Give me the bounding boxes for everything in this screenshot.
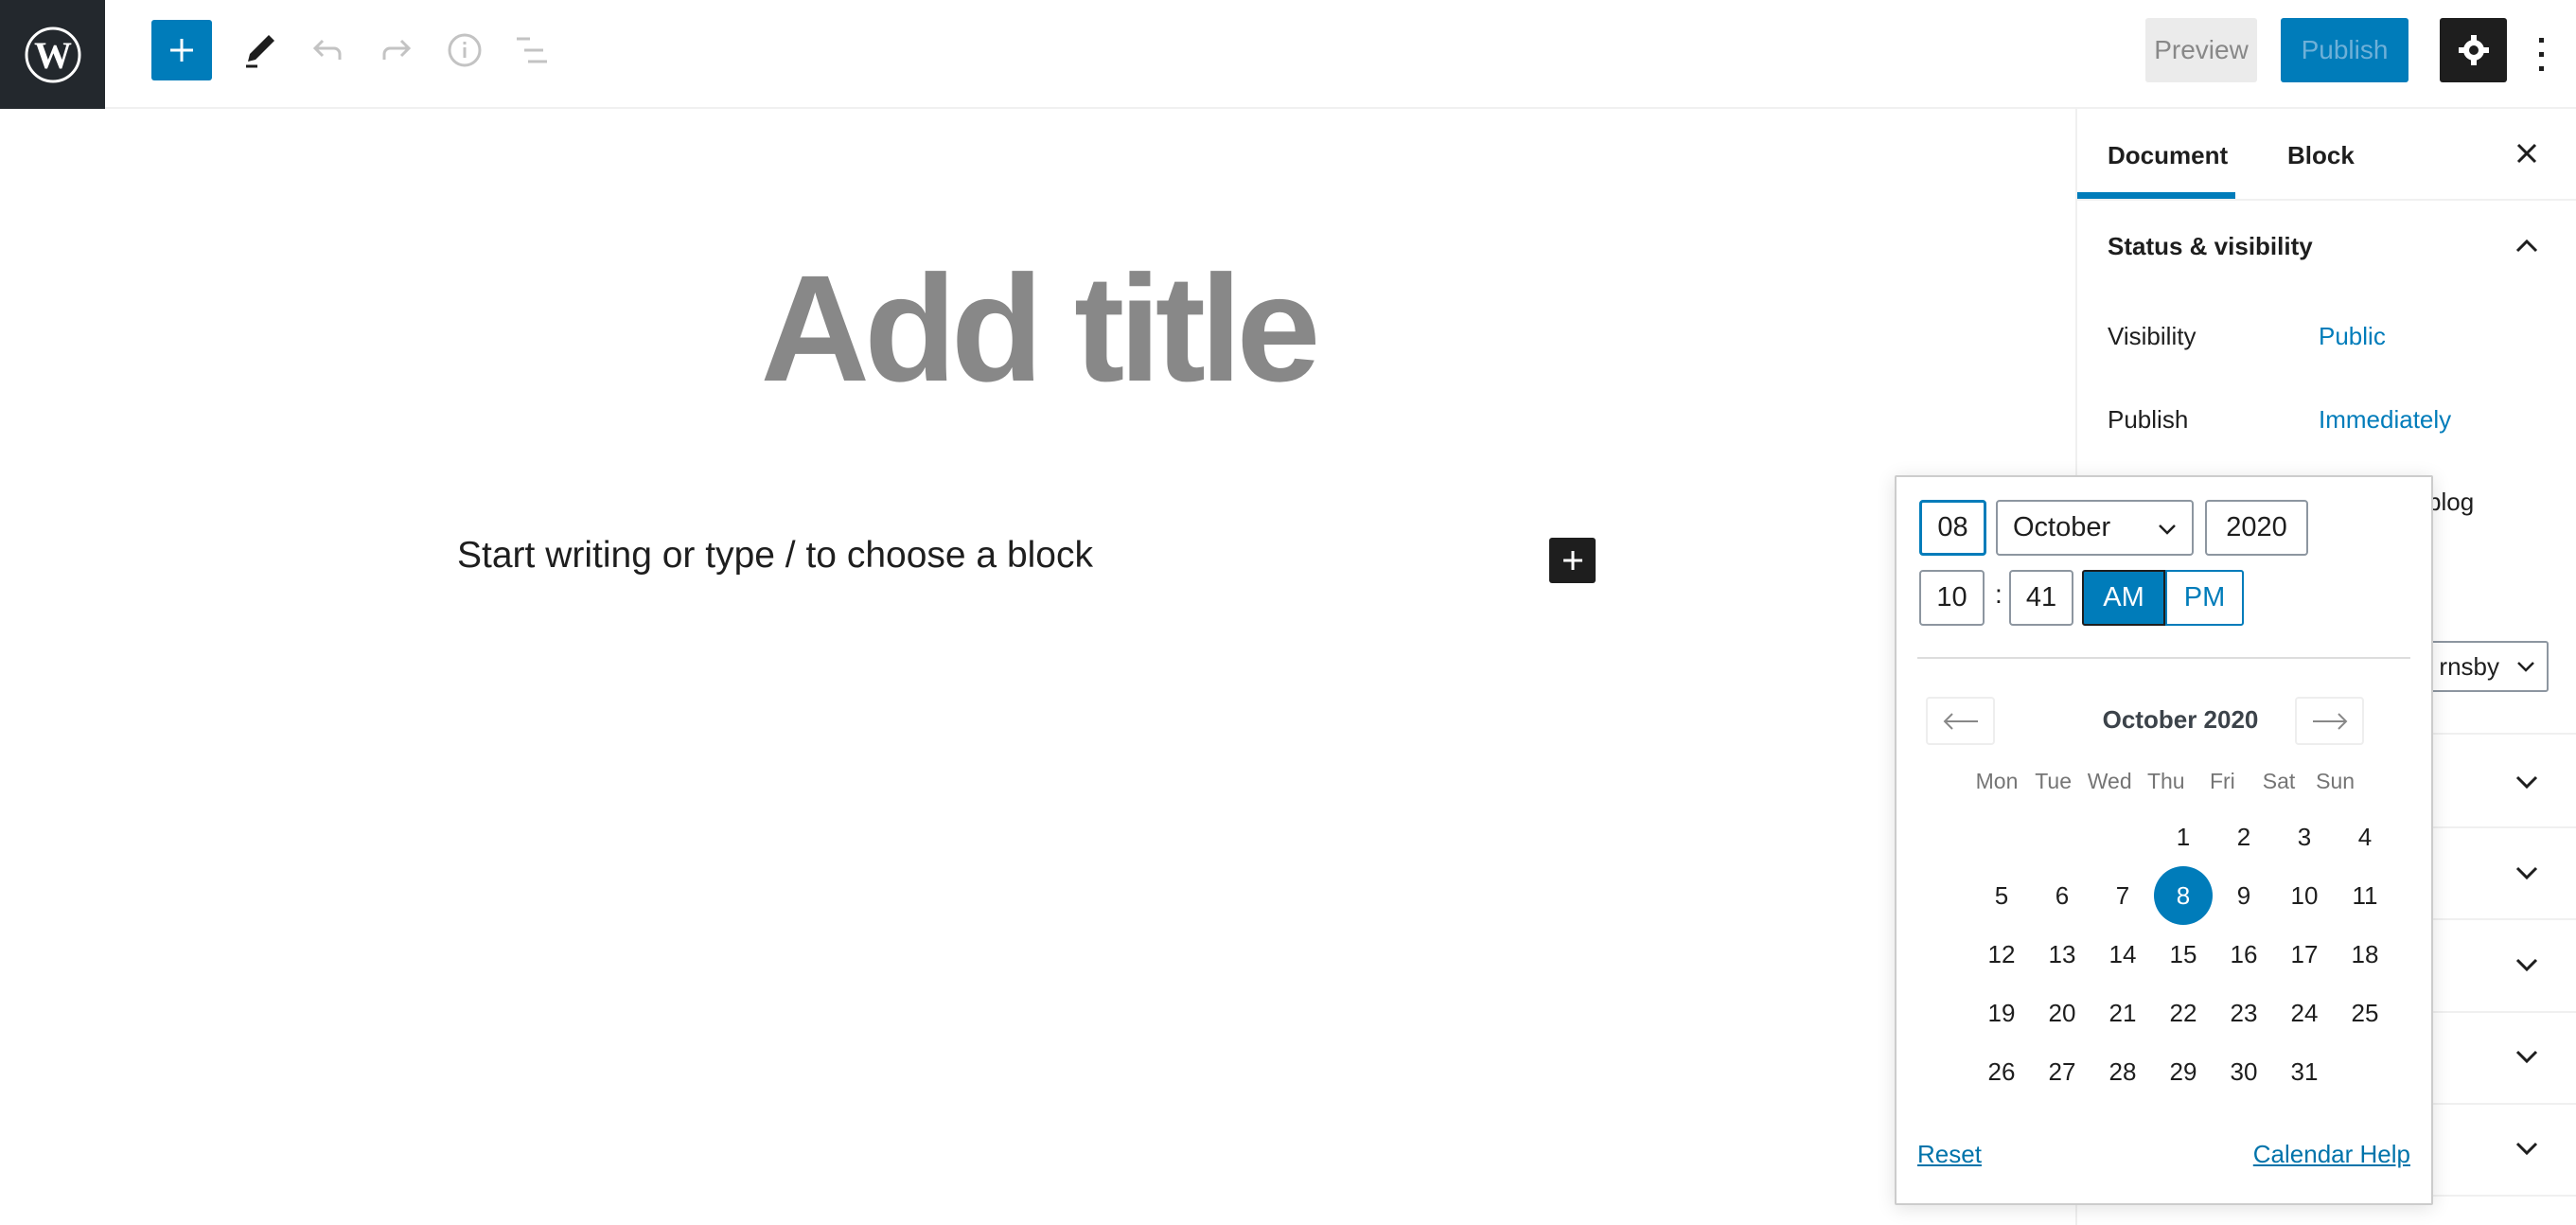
tools-button[interactable] bbox=[229, 20, 290, 80]
plus-icon bbox=[1562, 551, 1582, 570]
calendar-day[interactable]: 28 bbox=[2093, 1042, 2152, 1101]
undo-button[interactable] bbox=[298, 20, 359, 80]
calendar-day[interactable]: 11 bbox=[2336, 866, 2394, 925]
calendar-day[interactable]: 18 bbox=[2336, 925, 2394, 984]
calendar-day[interactable]: 14 bbox=[2093, 925, 2152, 984]
calendar-day[interactable]: 17 bbox=[2275, 925, 2334, 984]
calendar-day[interactable]: 22 bbox=[2154, 984, 2213, 1042]
panel-title[interactable]: Status & visibility bbox=[2108, 232, 2313, 261]
paragraph-block-placeholder[interactable]: Start writing or type / to choose a bloc… bbox=[457, 535, 1093, 577]
weekday-label: Mon bbox=[1975, 769, 2019, 793]
calendar-day[interactable]: 9 bbox=[2214, 866, 2273, 925]
publish-button[interactable]: Publish bbox=[2281, 18, 2408, 82]
visibility-label: Visibility bbox=[2108, 322, 2197, 350]
close-sidebar-button[interactable] bbox=[2513, 139, 2541, 168]
chevron-down-icon[interactable] bbox=[2513, 768, 2541, 796]
close-icon bbox=[2516, 143, 2537, 164]
weekday-label: Sun bbox=[2316, 769, 2355, 793]
calendar-day-selected[interactable]: 8 bbox=[2154, 866, 2213, 925]
calendar-day[interactable]: 7 bbox=[2093, 866, 2152, 925]
more-vertical-icon bbox=[2539, 38, 2544, 71]
list-view-icon bbox=[517, 37, 547, 63]
more-options-button[interactable] bbox=[2532, 34, 2551, 76]
calendar-day[interactable]: 3 bbox=[2275, 808, 2334, 866]
info-icon bbox=[448, 33, 482, 67]
publish-label: Publish bbox=[2108, 405, 2189, 434]
chevron-down-icon[interactable] bbox=[2513, 950, 2541, 979]
weekday-label: Thu bbox=[2146, 769, 2185, 793]
obscured-text: blog bbox=[2427, 488, 2475, 516]
weekday-label: Sat bbox=[2262, 769, 2296, 793]
calendar-day[interactable]: 19 bbox=[1972, 984, 2031, 1042]
calendar-day[interactable]: 16 bbox=[2214, 925, 2273, 984]
calendar-day[interactable]: 26 bbox=[1972, 1042, 2031, 1101]
info-button[interactable] bbox=[434, 20, 495, 80]
calendar-day[interactable]: 15 bbox=[2154, 925, 2213, 984]
calendar-day[interactable]: 2 bbox=[2214, 808, 2273, 866]
hour-input[interactable]: 10 bbox=[1919, 570, 1985, 626]
chevron-down-icon bbox=[2517, 662, 2534, 672]
calendar-day[interactable]: 4 bbox=[2336, 808, 2394, 866]
pm-button[interactable]: PM bbox=[2165, 570, 2244, 626]
calendar-day[interactable]: 27 bbox=[2033, 1042, 2091, 1101]
calendar-day[interactable]: 10 bbox=[2275, 866, 2334, 925]
gear-icon bbox=[2458, 35, 2489, 65]
svg-text:W: W bbox=[34, 34, 72, 77]
post-title-input[interactable]: Add title bbox=[0, 241, 2075, 416]
calendar-day[interactable]: 31 bbox=[2275, 1042, 2334, 1101]
minute-input[interactable]: 41 bbox=[2009, 570, 2073, 626]
redo-button[interactable] bbox=[365, 20, 426, 80]
chevron-down-icon[interactable] bbox=[2513, 1042, 2541, 1071]
calendar-day[interactable]: 29 bbox=[2154, 1042, 2213, 1101]
calendar-day[interactable]: 13 bbox=[2033, 925, 2091, 984]
calendar-day[interactable]: 23 bbox=[2214, 984, 2273, 1042]
visibility-value[interactable]: Public bbox=[2319, 322, 2386, 351]
chevron-down-icon[interactable] bbox=[2513, 859, 2541, 887]
am-button[interactable]: AM bbox=[2082, 570, 2165, 626]
month-select[interactable]: October bbox=[1996, 500, 2194, 556]
date-time-picker-popover: 08 October 2020 10 : 41 AM PM October 20… bbox=[1895, 475, 2433, 1205]
settings-button[interactable] bbox=[2440, 18, 2507, 82]
calendar-day[interactable]: 25 bbox=[2336, 984, 2394, 1042]
chevron-up-icon[interactable] bbox=[2513, 232, 2541, 260]
calendar-day[interactable]: 1 bbox=[2154, 808, 2213, 866]
calendar-day[interactable]: 21 bbox=[2093, 984, 2152, 1042]
chevron-down-icon bbox=[2159, 524, 2176, 535]
weekday-label: Wed bbox=[2087, 769, 2132, 793]
calendar-day[interactable]: 20 bbox=[2033, 984, 2091, 1042]
preview-button[interactable]: Preview bbox=[2145, 18, 2257, 82]
calendar-day[interactable]: 6 bbox=[2033, 866, 2091, 925]
weekday-label: Tue bbox=[2035, 769, 2072, 793]
tab-document[interactable]: Document bbox=[2108, 141, 2228, 170]
calendar-day[interactable]: 24 bbox=[2275, 984, 2334, 1042]
divider bbox=[1917, 657, 2410, 659]
calendar-day[interactable]: 5 bbox=[1972, 866, 2031, 925]
time-separator: : bbox=[1995, 579, 2003, 609]
year-input[interactable]: 2020 bbox=[2205, 500, 2308, 556]
calendar-day[interactable]: 12 bbox=[1972, 925, 2031, 984]
wordpress-logo[interactable]: W bbox=[0, 0, 105, 109]
redo-icon bbox=[382, 39, 412, 60]
weekday-label: Fri bbox=[2209, 769, 2235, 793]
calendar-month-title: October 2020 bbox=[2102, 705, 2259, 734]
inline-add-block-button[interactable] bbox=[1549, 538, 1596, 583]
top-toolbar: W Preview Publish bbox=[0, 0, 2576, 109]
chevron-down-icon[interactable] bbox=[2513, 1134, 2541, 1163]
add-block-button[interactable] bbox=[151, 20, 212, 80]
publish-date-toggle[interactable]: Immediately bbox=[2319, 405, 2451, 435]
plus-icon bbox=[170, 39, 193, 62]
list-view-button[interactable] bbox=[502, 20, 562, 80]
calendar-help-link[interactable]: Calendar Help bbox=[2253, 1140, 2410, 1169]
undo-icon bbox=[312, 39, 342, 60]
tab-block[interactable]: Block bbox=[2287, 141, 2355, 170]
calendar-day[interactable]: 30 bbox=[2214, 1042, 2273, 1101]
reset-link[interactable]: Reset bbox=[1917, 1140, 1982, 1169]
day-input[interactable]: 08 bbox=[1919, 500, 1986, 556]
pencil-icon bbox=[246, 35, 274, 68]
